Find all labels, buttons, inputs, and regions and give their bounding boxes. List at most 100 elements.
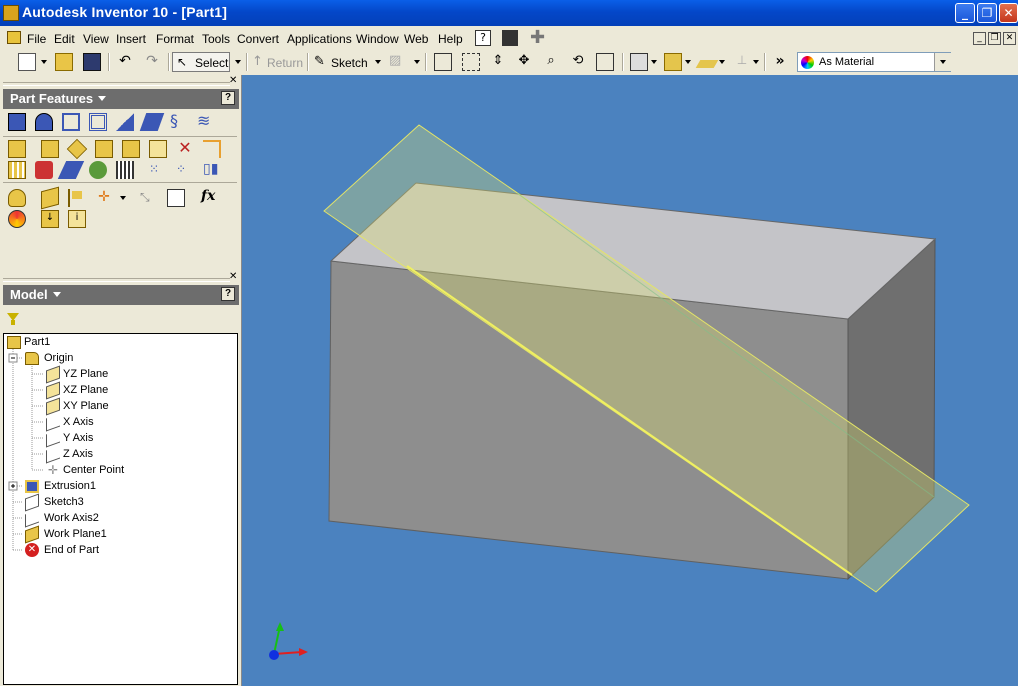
select-button[interactable]: ↖ Select (172, 52, 230, 72)
work-axis-icon[interactable] (68, 189, 86, 207)
tree-item-part1[interactable]: Part1 (24, 336, 50, 348)
model-panel-close-icon[interactable]: ✕ (229, 271, 237, 282)
sweep-icon[interactable]: § (170, 113, 188, 131)
menu-insert[interactable]: Insert (116, 32, 146, 46)
menu-applications[interactable]: Applications (287, 32, 352, 46)
promote-icon[interactable] (167, 189, 185, 207)
menu-web[interactable]: Web (404, 32, 428, 46)
sculpt-icon[interactable] (89, 161, 107, 179)
work-point-dropdown-icon[interactable] (120, 196, 126, 200)
move-face-icon[interactable] (149, 140, 167, 158)
next-icon[interactable]: » (771, 53, 789, 71)
fillet-icon[interactable] (41, 140, 59, 158)
ground-plane-icon[interactable] (695, 60, 719, 68)
app-icon[interactable] (3, 5, 19, 21)
chamfer-icon[interactable] (66, 138, 88, 160)
create-ifeature-icon[interactable] (8, 210, 26, 228)
display-mode-dropdown-icon[interactable] (651, 60, 657, 64)
model-help-icon[interactable]: ? (221, 287, 235, 301)
doc-close-button[interactable]: ✕ (1003, 32, 1016, 45)
insert-ifeature-icon[interactable]: ↓ (41, 210, 59, 228)
shell-icon[interactable] (89, 113, 107, 131)
tree-item-yz-plane[interactable]: YZ Plane (63, 368, 108, 380)
minimize-button[interactable]: _ (955, 3, 975, 23)
menu-help[interactable]: Help (438, 32, 463, 46)
redo-icon[interactable]: ↷ (143, 53, 161, 71)
menu-window[interactable]: Window (356, 32, 399, 46)
model-header[interactable]: Model ? (3, 285, 239, 305)
add-icon[interactable]: ✚ (530, 27, 545, 48)
face-draft-icon[interactable] (95, 140, 113, 158)
work-point-icon[interactable]: ✛ (95, 189, 113, 207)
look-at-icon[interactable] (596, 53, 614, 71)
doc-minimize-button[interactable]: _ (973, 32, 986, 45)
coil-icon[interactable]: ≋ (197, 113, 215, 131)
tree-item-x-axis[interactable]: X Axis (63, 416, 94, 428)
tree-item-sketch3[interactable]: Sketch3 (44, 496, 84, 508)
sketch-button[interactable]: Sketch (331, 56, 368, 70)
circular-pattern-icon[interactable]: ⁘ (176, 161, 194, 179)
undo-icon[interactable]: ↶ (116, 53, 134, 71)
thicken-icon[interactable] (57, 161, 85, 179)
revolve-icon[interactable] (35, 113, 53, 131)
menu-view[interactable]: View (83, 32, 109, 46)
sketch-dropdown-icon[interactable] (375, 60, 381, 64)
zoom-all-icon[interactable] (434, 53, 452, 71)
hole-icon[interactable] (62, 113, 80, 131)
color-select[interactable]: As Material (797, 52, 951, 72)
split-icon[interactable] (122, 140, 140, 158)
tree-item-z-axis[interactable]: Z Axis (63, 448, 93, 460)
tree-item-work-plane1[interactable]: Work Plane1 (44, 528, 107, 540)
shaded-display-icon[interactable] (664, 53, 682, 71)
rotate-icon[interactable]: ⟲ (569, 53, 587, 71)
derived-component-icon[interactable] (116, 161, 134, 179)
rib-icon[interactable] (116, 113, 134, 131)
features-help-icon[interactable]: ? (221, 91, 235, 105)
pan-icon[interactable]: ✥ (515, 53, 533, 71)
menu-tools[interactable]: Tools (202, 32, 230, 46)
new-icon[interactable] (18, 53, 36, 71)
doc-restore-button[interactable]: ❐ (988, 32, 1001, 45)
ground-plane-dropdown-icon[interactable] (719, 60, 725, 64)
color-dropdown-button[interactable] (934, 53, 951, 71)
document-icon[interactable] (7, 31, 21, 44)
tree-item-origin[interactable]: Origin (44, 352, 73, 364)
decal-icon[interactable] (35, 161, 53, 179)
tree-item-xy-plane[interactable]: XY Plane (63, 400, 109, 412)
menu-file[interactable]: File (27, 32, 46, 46)
close-button[interactable]: ✕ (999, 3, 1018, 23)
work-plane-icon[interactable] (41, 186, 59, 210)
section-icon[interactable]: ⊥ (733, 53, 751, 71)
mirror-icon[interactable]: ▯▮ (203, 161, 221, 179)
select-dropdown-icon[interactable] (235, 60, 241, 64)
extrude-icon[interactable] (8, 113, 26, 131)
work-feature-icon[interactable] (8, 189, 26, 207)
tree-item-extrusion1[interactable]: Extrusion1 (44, 480, 96, 492)
tree-item-end-of-part[interactable]: End of Part (44, 544, 99, 556)
open-icon[interactable] (55, 53, 73, 71)
part-features-header[interactable]: Part Features ? (3, 89, 239, 109)
update-dropdown-icon[interactable] (414, 60, 420, 64)
new-dropdown-icon[interactable] (41, 60, 47, 64)
tree-item-center-point[interactable]: Center Point (63, 464, 124, 476)
zoom-selected-icon[interactable]: ⌕ (542, 53, 560, 71)
delete-face-icon[interactable]: ✕ (176, 140, 194, 158)
menu-edit[interactable]: Edit (54, 32, 75, 46)
update-icon[interactable]: ▨ (389, 53, 407, 71)
tree-item-xz-plane[interactable]: XZ Plane (63, 384, 108, 396)
table-driven-factory-icon[interactable]: ⅰ (68, 210, 86, 228)
display-mode-icon[interactable] (630, 53, 648, 71)
zoom-icon[interactable]: ⇕ (489, 53, 507, 71)
save-icon[interactable] (83, 53, 101, 71)
emboss-icon[interactable] (8, 161, 26, 179)
menu-format[interactable]: Format (156, 32, 194, 46)
restore-button[interactable]: ❐ (977, 3, 997, 23)
rectangular-pattern-icon[interactable]: ⁙ (149, 161, 167, 179)
panel-bar-close-icon[interactable]: ✕ (229, 75, 237, 86)
menu-convert[interactable]: Convert (237, 32, 279, 46)
bend-part-icon[interactable] (203, 140, 221, 158)
tree-item-work-axis2[interactable]: Work Axis2 (44, 512, 99, 524)
calculator-icon[interactable] (502, 30, 518, 46)
section-dropdown-icon[interactable] (753, 60, 759, 64)
thread-icon[interactable] (8, 140, 26, 158)
